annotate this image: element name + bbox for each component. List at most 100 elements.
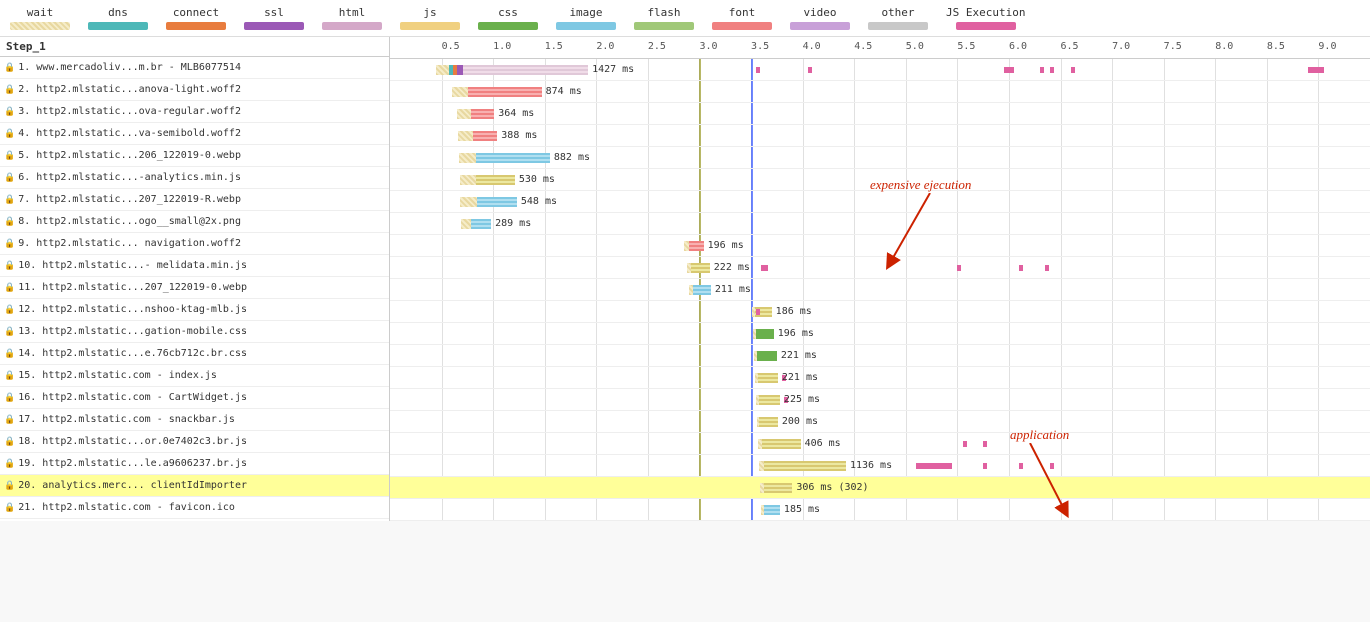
legend-jsexec: JS Execution [946,6,1025,30]
segment-seg-js-row-10 [691,263,710,273]
segment-seg-image-row-5 [476,153,550,163]
request-row-9[interactable]: 🔒9. http2.mlstatic... navigation.woff2 [0,233,389,255]
legend-css: css [478,6,538,30]
tick-3.0: 3.0 [699,41,717,52]
request-row-15[interactable]: 🔒15. http2.mlstatic.com - index.js [0,365,389,387]
jsexec-1-4 [1050,67,1054,73]
request-row-7[interactable]: 🔒7. http2.mlstatic...207_122019-R.webp [0,189,389,211]
request-row-16[interactable]: 🔒16. http2.mlstatic.com - CartWidget.js [0,387,389,409]
request-row-12[interactable]: 🔒12. http2.mlstatic...nshoo-ktag-mlb.js [0,299,389,321]
tick-1.0: 1.0 [493,41,511,52]
request-row-1[interactable]: 🔒1. www.mercadoliv...m.br - MLB6077514 [0,57,389,79]
bar-label-3: 364 ms [498,108,534,119]
jsexec-1-5 [1071,67,1075,73]
request-row-10[interactable]: 🔒10. http2.mlstatic...- melidata.min.js [0,255,389,277]
request-label-20: 20. analytics.merc... clientIdImporter [18,480,247,491]
legend-dns-color [88,22,148,30]
jsexec-19-1 [983,463,987,469]
legend-dns-label: dns [108,6,128,19]
request-row-14[interactable]: 🔒14. http2.mlstatic...e.76cb712c.br.css [0,343,389,365]
tick-5.0: 5.0 [906,41,924,52]
bar-label-2: 874 ms [546,86,582,97]
request-row-19[interactable]: 🔒19. http2.mlstatic...le.a9606237.br.js [0,453,389,475]
segment-seg-wait-row-2 [452,87,469,97]
segment-seg-wait-row-5 [459,153,476,163]
segment-seg-image-row-11 [693,285,711,295]
jsexec-1-3 [1040,67,1044,73]
legend-flash: flash [634,6,694,30]
tick-1.5: 1.5 [545,41,563,52]
request-row-8[interactable]: 🔒8. http2.mlstatic...ogo__small@2x.png [0,211,389,233]
legend-image: image [556,6,616,30]
lock-icon-20: 🔒 [4,481,15,491]
request-row-18[interactable]: 🔒18. http2.mlstatic...or.0e7402c3.br.js [0,431,389,453]
lock-icon-1: 🔒 [4,63,15,73]
legend-js-color [400,22,460,30]
waterfall-row-7: 548 ms [390,191,1370,213]
request-row-20[interactable]: 🔒20. analytics.merc... clientIdImporter [0,475,389,497]
lock-icon-7: 🔒 [4,195,15,205]
request-list: 🔒1. www.mercadoliv...m.br - MLB6077514🔒2… [0,57,389,519]
waterfall-row-1: 1427 ms [390,59,1370,81]
request-label-17: 17. http2.mlstatic.com - snackbar.js [18,414,235,425]
request-row-21[interactable]: 🔒21. http2.mlstatic.com - favicon.ico [0,497,389,519]
segment-seg-wait-row-3 [457,109,471,119]
request-label-21: 21. http2.mlstatic.com - favicon.ico [18,502,235,513]
waterfall-row-20: 306 ms (302) [390,477,1370,499]
segment-seg-css-row-14 [757,351,777,361]
lock-icon-15: 🔒 [4,371,15,381]
lock-icon-5: 🔒 [4,151,15,161]
request-label-13: 13. http2.mlstatic...gation-mobile.css [18,326,247,337]
lock-icon-10: 🔒 [4,261,15,271]
waterfall-row-14: 221 ms [390,345,1370,367]
jsexec-19-3 [1050,463,1054,469]
legend-other-color [868,22,928,30]
legend-js: js [400,6,460,30]
bar-label-20: 306 ms (302) [796,482,868,493]
legend-connect-label: connect [173,6,219,19]
segment-seg-js-row-15 [758,373,778,383]
timeline-header: 0.51.01.52.02.53.03.54.04.55.05.56.06.57… [390,37,1370,59]
request-label-16: 16. http2.mlstatic.com - CartWidget.js [18,392,247,403]
request-row-3[interactable]: 🔒3. http2.mlstatic...ova-regular.woff2 [0,101,389,123]
legend-ssl-color [244,22,304,30]
request-row-5[interactable]: 🔒5. http2.mlstatic...206_122019-0.webp [0,145,389,167]
jsexec-10-1 [957,265,961,271]
jsexec-18-0 [963,441,967,447]
legend-other: other [868,6,928,30]
waterfall-row-12: 186 ms [390,301,1370,323]
bar-label-18: 406 ms [805,438,841,449]
request-row-17[interactable]: 🔒17. http2.mlstatic.com - snackbar.js [0,409,389,431]
request-row-6[interactable]: 🔒6. http2.mlstatic...-analytics.min.js [0,167,389,189]
bar-label-16: 225 ms [784,394,820,405]
waterfall-row-9: 196 ms [390,235,1370,257]
request-label-15: 15. http2.mlstatic.com - index.js [18,370,217,381]
lock-icon-19: 🔒 [4,459,15,469]
segment-seg-js-row-6 [476,175,515,185]
segment-seg-js-row-17 [759,417,778,427]
lock-icon-9: 🔒 [4,239,15,249]
request-row-11[interactable]: 🔒11. http2.mlstatic...207_122019-0.webp [0,277,389,299]
tick-9.0: 9.0 [1318,41,1336,52]
request-row-2[interactable]: 🔒2. http2.mlstatic...anova-light.woff2 [0,79,389,101]
request-row-13[interactable]: 🔒13. http2.mlstatic...gation-mobile.css [0,321,389,343]
main-container: Step_1 🔒1. www.mercadoliv...m.br - MLB60… [0,37,1370,521]
step-header: Step_1 [0,37,389,57]
legend-video: video [790,6,850,30]
legend-connect: connect [166,6,226,30]
request-label-8: 8. http2.mlstatic...ogo__small@2x.png [18,216,241,227]
bar-label-9: 196 ms [708,240,744,251]
request-row-4[interactable]: 🔒4. http2.mlstatic...va-semibold.woff2 [0,123,389,145]
waterfall-row-13: 196 ms [390,323,1370,345]
lock-icon-13: 🔒 [4,327,15,337]
legend-font: font [712,6,772,30]
legend-wait-label: wait [27,6,54,19]
request-label-1: 1. www.mercadoliv...m.br - MLB6077514 [18,62,241,73]
jsexec-18-1 [983,441,987,447]
waterfall-row-10: 222 ms [390,257,1370,279]
legend-connect-color [166,22,226,30]
lock-icon-6: 🔒 [4,173,15,183]
bar-label-21: 185 ms [784,504,820,515]
waterfall-row-2: 874 ms [390,81,1370,103]
waterfall-row-5: 882 ms [390,147,1370,169]
